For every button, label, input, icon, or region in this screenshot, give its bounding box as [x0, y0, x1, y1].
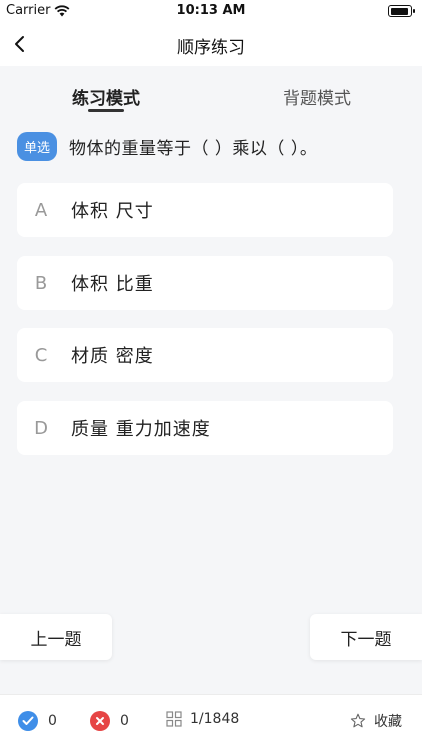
question-text: 物体的重量等于（ ）乘以（ ）。 — [69, 139, 318, 159]
page-title: 顺序练习 — [177, 38, 245, 58]
tab-memorize-mode[interactable]: 背题模式 — [283, 84, 351, 109]
grid-icon — [166, 711, 182, 727]
option-b[interactable]: B 体积 比重 — [17, 256, 393, 310]
tab-practice-mode[interactable]: 练习模式 — [72, 84, 140, 109]
question-grid-button[interactable]: 1/1848 — [166, 711, 239, 727]
battery-icon — [388, 5, 415, 17]
status-bar: Carrier 10:13 AM — [0, 0, 422, 22]
clock: 10:13 AM — [176, 3, 246, 18]
prev-question-button[interactable]: 上一题 — [0, 614, 112, 660]
question-type-badge: 单选 — [17, 132, 58, 161]
close-icon — [90, 711, 110, 731]
option-letter: C — [34, 344, 48, 366]
correct-count: 0 — [48, 713, 57, 729]
favorite-button[interactable]: 收藏 — [350, 711, 402, 731]
mode-tabs: 练习模式 背题模式 — [0, 66, 422, 120]
star-icon — [350, 713, 366, 728]
wrong-counter[interactable]: 0 — [90, 711, 129, 731]
bottom-bar: 0 0 1/1848 收藏 — [0, 694, 422, 750]
option-text: 质量 重力加速度 — [71, 419, 211, 440]
option-letter: D — [34, 417, 48, 439]
option-d[interactable]: D 质量 重力加速度 — [17, 401, 393, 455]
option-letter: A — [34, 199, 48, 221]
favorite-label: 收藏 — [374, 714, 402, 730]
question-header: 单选 物体的重量等于（ ）乘以（ ）。 — [17, 132, 407, 161]
next-question-button[interactable]: 下一题 — [310, 614, 422, 660]
correct-counter[interactable]: 0 — [18, 711, 57, 731]
option-c[interactable]: C 材质 密度 — [17, 328, 393, 382]
progress-text: 1/1848 — [190, 711, 240, 727]
nav-bar: 顺序练习 — [0, 22, 422, 66]
option-text: 材质 密度 — [71, 346, 154, 367]
option-a[interactable]: A 体积 尺寸 — [17, 183, 393, 237]
option-letter: B — [34, 272, 48, 294]
option-text: 体积 尺寸 — [71, 201, 154, 222]
active-tab-indicator — [88, 109, 124, 112]
check-icon — [18, 711, 38, 731]
wrong-count: 0 — [120, 713, 129, 729]
option-text: 体积 比重 — [71, 274, 154, 295]
